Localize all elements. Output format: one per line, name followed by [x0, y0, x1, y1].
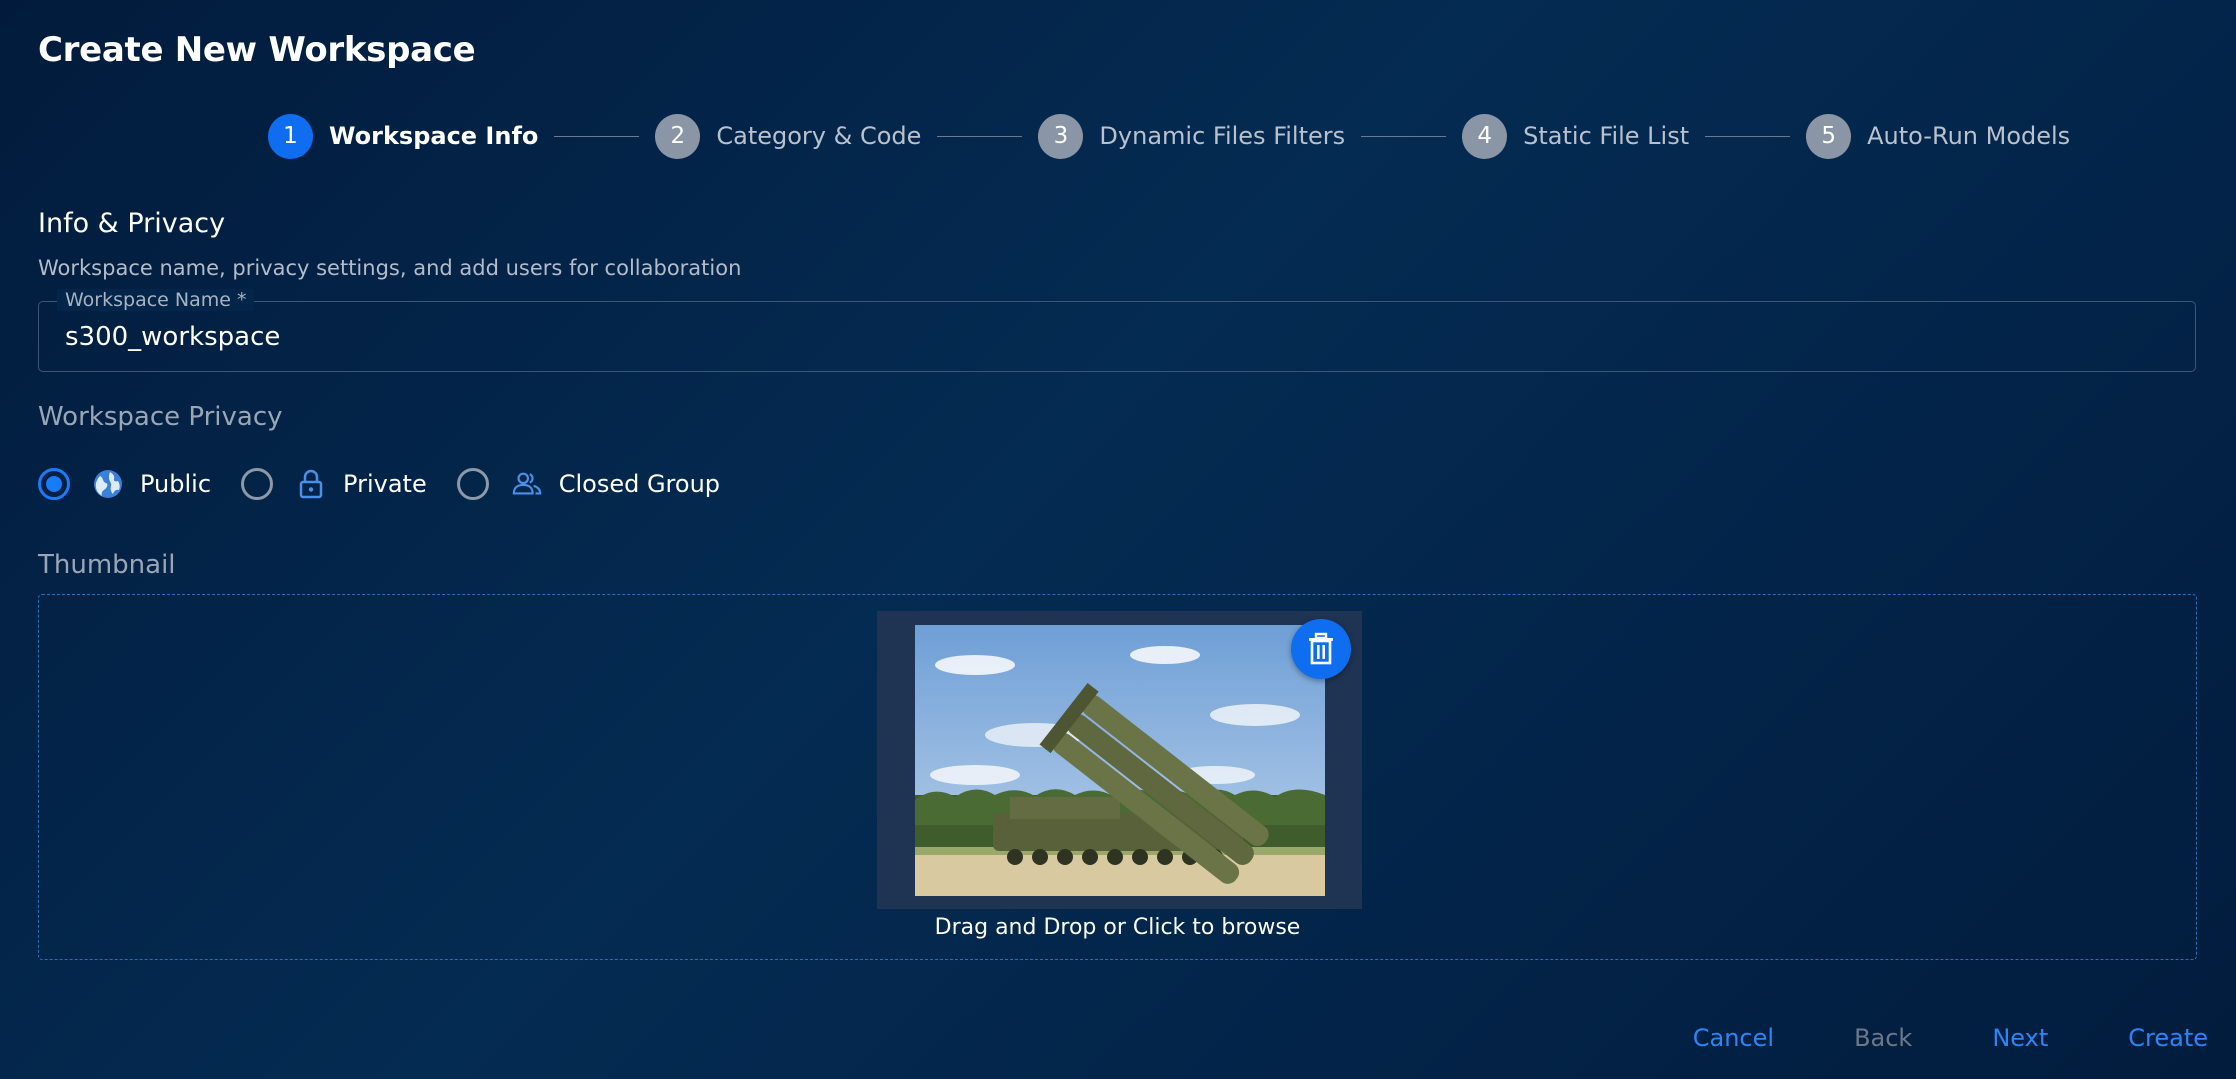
- cancel-button[interactable]: Cancel: [1693, 1024, 1774, 1052]
- thumbnail-image: [915, 625, 1325, 896]
- privacy-radio-group: Public Private Closed Group: [38, 465, 750, 503]
- closed-group-label: Closed Group: [558, 470, 721, 498]
- public-radio[interactable]: [38, 468, 70, 500]
- thumbnail-preview: [877, 611, 1362, 909]
- page-title: Create New Workspace: [38, 30, 476, 70]
- workspace-name-label: Workspace Name *: [57, 289, 255, 311]
- step-dynamic-files-filters[interactable]: 3 Dynamic Files Filters: [1038, 113, 1346, 159]
- globe-icon: [92, 468, 124, 500]
- step-number: 1: [268, 113, 313, 159]
- users-icon: [511, 468, 543, 500]
- step-number: 5: [1806, 113, 1852, 159]
- thumbnail-label: Thumbnail: [38, 550, 176, 580]
- step-label: Static File List: [1523, 122, 1690, 150]
- create-button[interactable]: Create: [2128, 1024, 2208, 1052]
- private-label: Private: [343, 470, 427, 498]
- lock-icon: [295, 468, 327, 500]
- delete-thumbnail-button[interactable]: [1291, 619, 1351, 679]
- step-label: Category & Code: [716, 122, 922, 150]
- workspace-name-field[interactable]: Workspace Name * s300_workspace: [38, 289, 2196, 372]
- privacy-option-private[interactable]: Private: [241, 468, 427, 500]
- step-static-file-list[interactable]: 4 Static File List: [1462, 113, 1690, 159]
- section-subtitle: Workspace name, privacy settings, and ad…: [38, 256, 742, 280]
- trash-icon: [1309, 632, 1333, 665]
- step-number: 4: [1462, 113, 1508, 159]
- step-number: 3: [1038, 113, 1084, 159]
- step-connector: [1361, 135, 1447, 137]
- next-button[interactable]: Next: [1992, 1024, 2048, 1052]
- section-title: Info & Privacy: [38, 208, 226, 239]
- workspace-name-input[interactable]: s300_workspace: [65, 322, 280, 352]
- wizard-footer: Cancel Back Next Create: [1613, 1024, 2208, 1052]
- privacy-option-closed-group[interactable]: Closed Group: [456, 468, 721, 500]
- step-workspace-info[interactable]: 1 Workspace Info: [268, 113, 539, 159]
- step-category-code[interactable]: 2 Category & Code: [655, 113, 922, 159]
- closed-group-radio[interactable]: [456, 468, 489, 500]
- step-label: Workspace Info: [329, 122, 539, 150]
- step-connector: [1705, 135, 1791, 137]
- step-label: Auto-Run Models: [1867, 122, 2071, 150]
- private-radio[interactable]: [241, 468, 274, 500]
- step-connector: [937, 135, 1023, 137]
- thumbnail-dropzone[interactable]: Drag and Drop or Click to browse: [38, 594, 2197, 960]
- public-label: Public: [140, 470, 212, 498]
- back-button[interactable]: Back: [1854, 1024, 1912, 1052]
- step-connector: [554, 135, 640, 137]
- step-label: Dynamic Files Filters: [1099, 122, 1346, 150]
- step-auto-run-models[interactable]: 5 Auto-Run Models: [1806, 113, 2071, 159]
- dropzone-text: Drag and Drop or Click to browse: [934, 915, 1301, 940]
- privacy-option-public[interactable]: Public: [38, 468, 211, 500]
- privacy-label: Workspace Privacy: [38, 402, 283, 432]
- step-number: 2: [655, 113, 701, 159]
- stepper: 1 Workspace Info 2 Category & Code 3 Dyn…: [268, 113, 2070, 159]
